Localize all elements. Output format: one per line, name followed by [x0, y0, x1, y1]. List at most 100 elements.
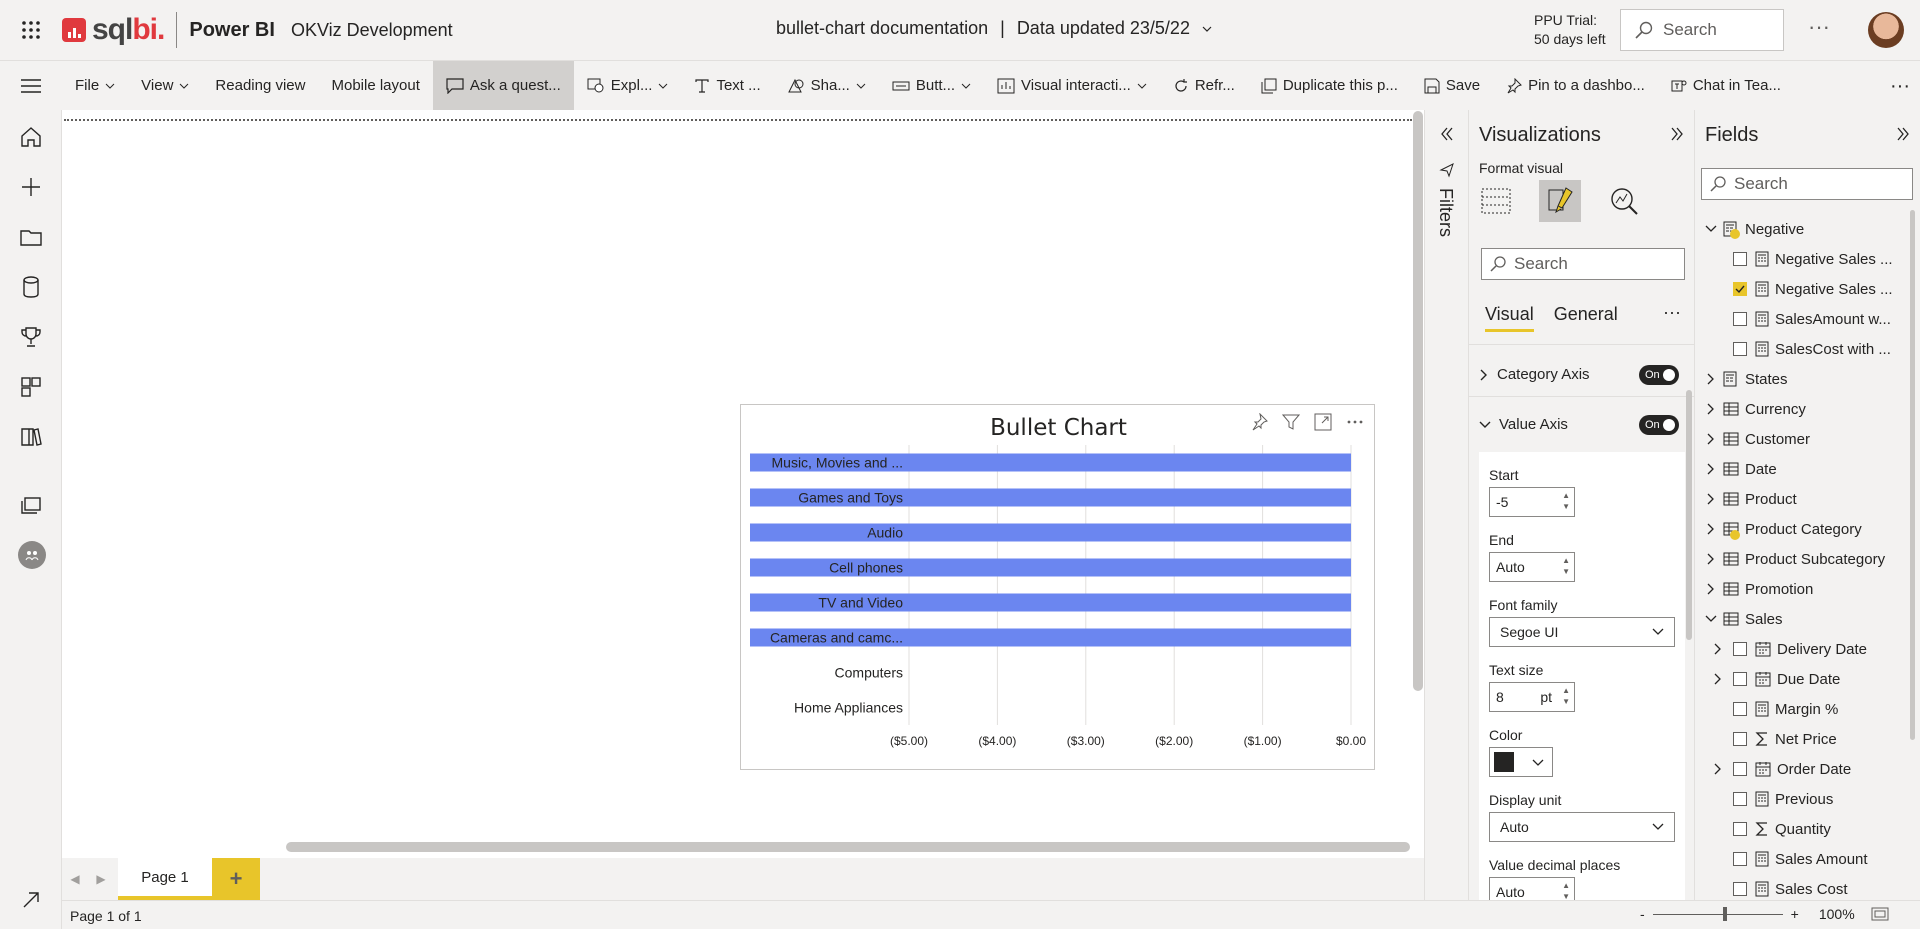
text-size-input[interactable]: 8 pt ▲ ▼: [1489, 682, 1575, 712]
category-axis-section[interactable]: Category Axis On: [1479, 364, 1689, 385]
field-table-row[interactable]: Date: [1703, 454, 1920, 484]
previous-page-icon[interactable]: ◀: [70, 872, 79, 886]
view-menu[interactable]: View: [128, 61, 202, 111]
chevron-right-icon[interactable]: [1703, 643, 1733, 655]
data-hub-icon[interactable]: [18, 274, 44, 300]
category-axis-toggle[interactable]: On: [1639, 364, 1679, 385]
field-row[interactable]: Delivery Date: [1703, 634, 1920, 664]
goals-trophy-icon[interactable]: [18, 324, 44, 350]
chevron-right-icon[interactable]: [1703, 463, 1719, 475]
chevron-right-icon[interactable]: [1703, 433, 1719, 445]
field-row[interactable]: Previous: [1703, 784, 1920, 814]
format-search-box[interactable]: Search: [1481, 248, 1685, 280]
workspace-avatar-icon[interactable]: [18, 541, 46, 569]
toolbar-more-icon[interactable]: ···: [1890, 75, 1910, 98]
report-info[interactable]: bullet-chart documentation | Data update…: [776, 18, 1212, 39]
field-row[interactable]: Negative Sales ...: [1703, 244, 1920, 274]
text-box-button[interactable]: Text ...: [681, 61, 773, 111]
field-row[interactable]: SalesAmount w...: [1703, 304, 1920, 334]
zoom-slider-thumb[interactable]: [1722, 906, 1727, 921]
chevron-right-icon[interactable]: [1703, 553, 1719, 565]
explore-button[interactable]: Expl...: [574, 61, 682, 111]
app-name[interactable]: Power BI: [189, 19, 275, 42]
field-row[interactable]: Margin %: [1703, 694, 1920, 724]
collapse-pane-icon[interactable]: [1895, 126, 1911, 142]
field-table-row[interactable]: Product Category: [1703, 514, 1920, 544]
chevron-right-icon[interactable]: [1703, 763, 1733, 775]
hamburger-menu-icon[interactable]: [0, 78, 62, 94]
spinner-arrows-icon[interactable]: ▲ ▼: [1562, 880, 1570, 900]
end-input[interactable]: Auto ▲ ▼: [1489, 552, 1575, 582]
more-options-icon[interactable]: ···: [1808, 14, 1830, 40]
sqlbi-logo[interactable]: sqlbi.: [62, 12, 178, 48]
color-picker[interactable]: [1489, 747, 1553, 777]
chevron-right-icon[interactable]: [1703, 583, 1719, 595]
start-input[interactable]: -5 ▲ ▼: [1489, 487, 1575, 517]
field-checkbox[interactable]: [1733, 882, 1747, 896]
chevron-right-icon[interactable]: [1703, 673, 1733, 685]
field-row[interactable]: Order Date: [1703, 754, 1920, 784]
field-table-row[interactable]: Promotion: [1703, 574, 1920, 604]
file-menu[interactable]: File: [62, 61, 128, 111]
save-button[interactable]: Save: [1411, 61, 1493, 111]
build-visual-tab[interactable]: [1475, 180, 1517, 222]
global-search-box[interactable]: Search: [1620, 9, 1784, 51]
next-page-icon[interactable]: ▶: [96, 872, 105, 886]
field-table-row[interactable]: Product Subcategory: [1703, 544, 1920, 574]
chevron-right-icon[interactable]: [1703, 403, 1719, 415]
home-icon[interactable]: [18, 124, 44, 150]
field-table-row[interactable]: Customer: [1703, 424, 1920, 454]
zoom-slider[interactable]: [1652, 906, 1783, 921]
tab-general[interactable]: General: [1554, 304, 1618, 332]
filters-pane-collapsed[interactable]: Filters: [1424, 110, 1468, 900]
chat-in-teams-button[interactable]: Chat in Tea...: [1658, 61, 1794, 111]
fit-to-page-icon[interactable]: [1871, 907, 1889, 921]
field-checkbox[interactable]: [1733, 792, 1747, 806]
shapes-button[interactable]: Sha...: [774, 61, 879, 111]
field-checkbox[interactable]: [1733, 672, 1747, 686]
trial-status[interactable]: PPU Trial: 50 days left: [1534, 11, 1606, 49]
chevron-right-icon[interactable]: [1703, 373, 1719, 385]
field-checkbox[interactable]: [1733, 342, 1747, 356]
field-row[interactable]: Due Date: [1703, 664, 1920, 694]
focus-mode-icon[interactable]: [1314, 413, 1332, 431]
field-table-row[interactable]: States: [1703, 364, 1920, 394]
field-table-row[interactable]: Negative: [1703, 214, 1920, 244]
spinner-arrows-icon[interactable]: ▲ ▼: [1562, 555, 1570, 577]
zoom-in-button[interactable]: +: [1791, 906, 1799, 922]
field-table-row[interactable]: Currency: [1703, 394, 1920, 424]
visual-interactions-button[interactable]: Visual interacti...: [984, 61, 1160, 111]
page-tab[interactable]: Page 1: [118, 858, 212, 900]
canvas-vertical-scrollbar[interactable]: [1413, 111, 1423, 691]
app-launcher-icon[interactable]: [0, 0, 62, 60]
zoom-out-button[interactable]: -: [1640, 906, 1645, 922]
field-row[interactable]: Quantity: [1703, 814, 1920, 844]
chevron-down-icon[interactable]: [1703, 224, 1719, 234]
collapse-pane-icon[interactable]: [1669, 126, 1685, 142]
pin-visual-icon[interactable]: [1250, 413, 1268, 431]
format-visual-tab[interactable]: [1539, 180, 1581, 222]
refresh-button[interactable]: Refr...: [1160, 61, 1248, 111]
field-table-row[interactable]: Product: [1703, 484, 1920, 514]
spinner-arrows-icon[interactable]: ▲ ▼: [1562, 685, 1570, 707]
font-family-dropdown[interactable]: Segoe UI: [1489, 617, 1675, 647]
field-row[interactable]: SalesCost with ...: [1703, 334, 1920, 364]
field-checkbox[interactable]: [1733, 732, 1747, 746]
field-checkbox[interactable]: [1733, 282, 1747, 296]
analytics-tab[interactable]: [1603, 180, 1645, 222]
reading-view-button[interactable]: Reading view: [202, 61, 318, 111]
fields-scrollbar[interactable]: [1910, 210, 1915, 740]
user-avatar[interactable]: [1868, 12, 1904, 48]
ask-question-button[interactable]: Ask a quest...: [432, 60, 574, 111]
field-checkbox[interactable]: [1733, 252, 1747, 266]
expand-filters-icon[interactable]: [1439, 126, 1455, 142]
chevron-right-icon[interactable]: [1703, 493, 1719, 505]
display-unit-dropdown[interactable]: Auto: [1489, 812, 1675, 842]
chevron-down-icon[interactable]: [1703, 614, 1719, 624]
field-checkbox[interactable]: [1733, 762, 1747, 776]
workspaces-icon[interactable]: [18, 493, 44, 519]
learn-book-icon[interactable]: [18, 424, 44, 450]
fields-search-box[interactable]: Search: [1701, 168, 1913, 200]
chevron-down-icon[interactable]: [1202, 24, 1212, 34]
field-table-row[interactable]: Sales: [1703, 604, 1920, 634]
